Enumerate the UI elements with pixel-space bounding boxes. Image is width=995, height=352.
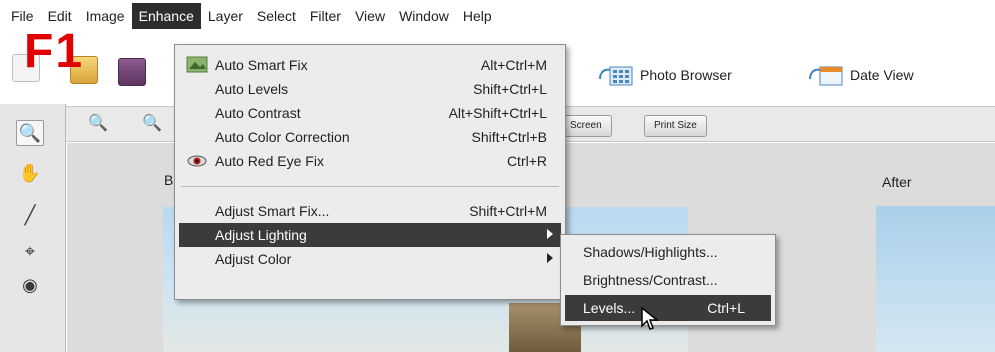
- menu-item-adjust-color[interactable]: Adjust Color: [179, 247, 561, 271]
- menu-item-auto-levels[interactable]: Auto Levels Shift+Ctrl+L: [179, 77, 561, 101]
- menu-item-shortcut: Ctrl+L: [707, 300, 745, 316]
- menu-item-levels[interactable]: Levels... Ctrl+L: [565, 295, 771, 321]
- menu-item-shortcut: Shift+Ctrl+B: [471, 129, 547, 145]
- menu-item-shortcut: Alt+Shift+Ctrl+L: [448, 105, 547, 121]
- menu-item-label: Auto Contrast: [215, 105, 301, 121]
- calendar-icon: [806, 63, 844, 87]
- menu-item-label: Auto Levels: [215, 81, 289, 97]
- menu-item-shortcut: Shift+Ctrl+M: [469, 203, 547, 219]
- photo-browser-icon: [596, 63, 634, 87]
- submenu-arrow-icon: [547, 253, 553, 263]
- zoom-icon[interactable]: 🔍: [88, 113, 108, 132]
- menu-separator: [181, 186, 559, 187]
- menu-item-label: Auto Smart Fix: [215, 57, 308, 73]
- menu-item-shadows-highlights[interactable]: Shadows/Highlights...: [565, 239, 771, 265]
- before-label: B: [164, 172, 174, 188]
- adjust-lighting-submenu: Shadows/Highlights... Brightness/Contras…: [560, 234, 776, 326]
- menu-view[interactable]: View: [348, 3, 392, 29]
- menu-item-shortcut: Shift+Ctrl+L: [473, 81, 547, 97]
- menu-item-shortcut: Alt+Ctrl+M: [480, 57, 547, 73]
- menu-item-label: Adjust Smart Fix...: [215, 203, 330, 219]
- menu-item-adjust-lighting[interactable]: Adjust Lighting: [179, 223, 561, 247]
- photo-browser-button[interactable]: Photo Browser: [596, 62, 732, 88]
- menu-item-brightness-contrast[interactable]: Brightness/Contrast...: [565, 267, 771, 293]
- zoom-in-icon[interactable]: 🔍: [142, 113, 162, 132]
- menu-item-label: Adjust Lighting: [215, 227, 307, 243]
- print-size-button[interactable]: Print Size: [644, 115, 707, 137]
- crop-tool-icon[interactable]: ⌖: [16, 238, 44, 264]
- date-view-button[interactable]: Date View: [806, 62, 914, 88]
- fit-screen-button[interactable]: Screen: [560, 115, 612, 137]
- date-view-label: Date View: [850, 67, 914, 83]
- save-icon[interactable]: [118, 58, 146, 86]
- zoom-tool-icon[interactable]: 🔍: [16, 120, 44, 146]
- photo-browser-label: Photo Browser: [640, 67, 732, 83]
- menu-item-label: Levels...: [583, 300, 636, 316]
- menu-window[interactable]: Window: [392, 3, 456, 29]
- menu-layer[interactable]: Layer: [201, 3, 250, 29]
- menu-filter[interactable]: Filter: [303, 3, 348, 29]
- menu-item-label: Shadows/Highlights...: [583, 244, 718, 260]
- menu-item-label: Auto Color Correction: [215, 129, 350, 145]
- red-eye-icon: [183, 151, 211, 171]
- menu-enhance[interactable]: Enhance: [131, 3, 201, 29]
- menu-item-auto-smart-fix[interactable]: Auto Smart Fix Alt+Ctrl+M: [179, 53, 561, 77]
- after-label: After: [882, 174, 912, 190]
- menu-item-label: Adjust Color: [215, 251, 292, 267]
- menu-item-auto-color-correction[interactable]: Auto Color Correction Shift+Ctrl+B: [179, 125, 561, 149]
- enhance-menu: Auto Smart Fix Alt+Ctrl+M Auto Levels Sh…: [174, 44, 566, 300]
- menu-item-shortcut: Ctrl+R: [506, 153, 547, 169]
- menu-help[interactable]: Help: [456, 3, 499, 29]
- brush-tool-icon[interactable]: ╱: [16, 202, 44, 228]
- red-eye-tool-icon[interactable]: ◉: [16, 272, 44, 298]
- auto-smart-fix-icon: [183, 55, 211, 75]
- menu-item-auto-red-eye-fix[interactable]: Auto Red Eye Fix Ctrl+R: [179, 149, 561, 173]
- menu-select[interactable]: Select: [250, 3, 303, 29]
- menu-item-label: Auto Red Eye Fix: [215, 153, 324, 169]
- submenu-arrow-icon: [547, 229, 553, 239]
- menu-item-auto-contrast[interactable]: Auto Contrast Alt+Shift+Ctrl+L: [179, 101, 561, 125]
- menu-item-label: Brightness/Contrast...: [583, 272, 718, 288]
- tools-panel: 🔍 ✋ ╱ ⌖ ◉: [0, 104, 66, 352]
- mouse-cursor-icon: [641, 306, 660, 330]
- hand-tool-icon[interactable]: ✋: [16, 160, 44, 186]
- menu-item-adjust-smart-fix[interactable]: Adjust Smart Fix... Shift+Ctrl+M: [179, 199, 561, 223]
- f1-annotation: F1: [24, 25, 85, 78]
- menubar: File Edit Image Enhance Layer Select Fil…: [0, 0, 995, 32]
- menu-image[interactable]: Image: [79, 3, 132, 29]
- after-photo: [876, 206, 995, 352]
